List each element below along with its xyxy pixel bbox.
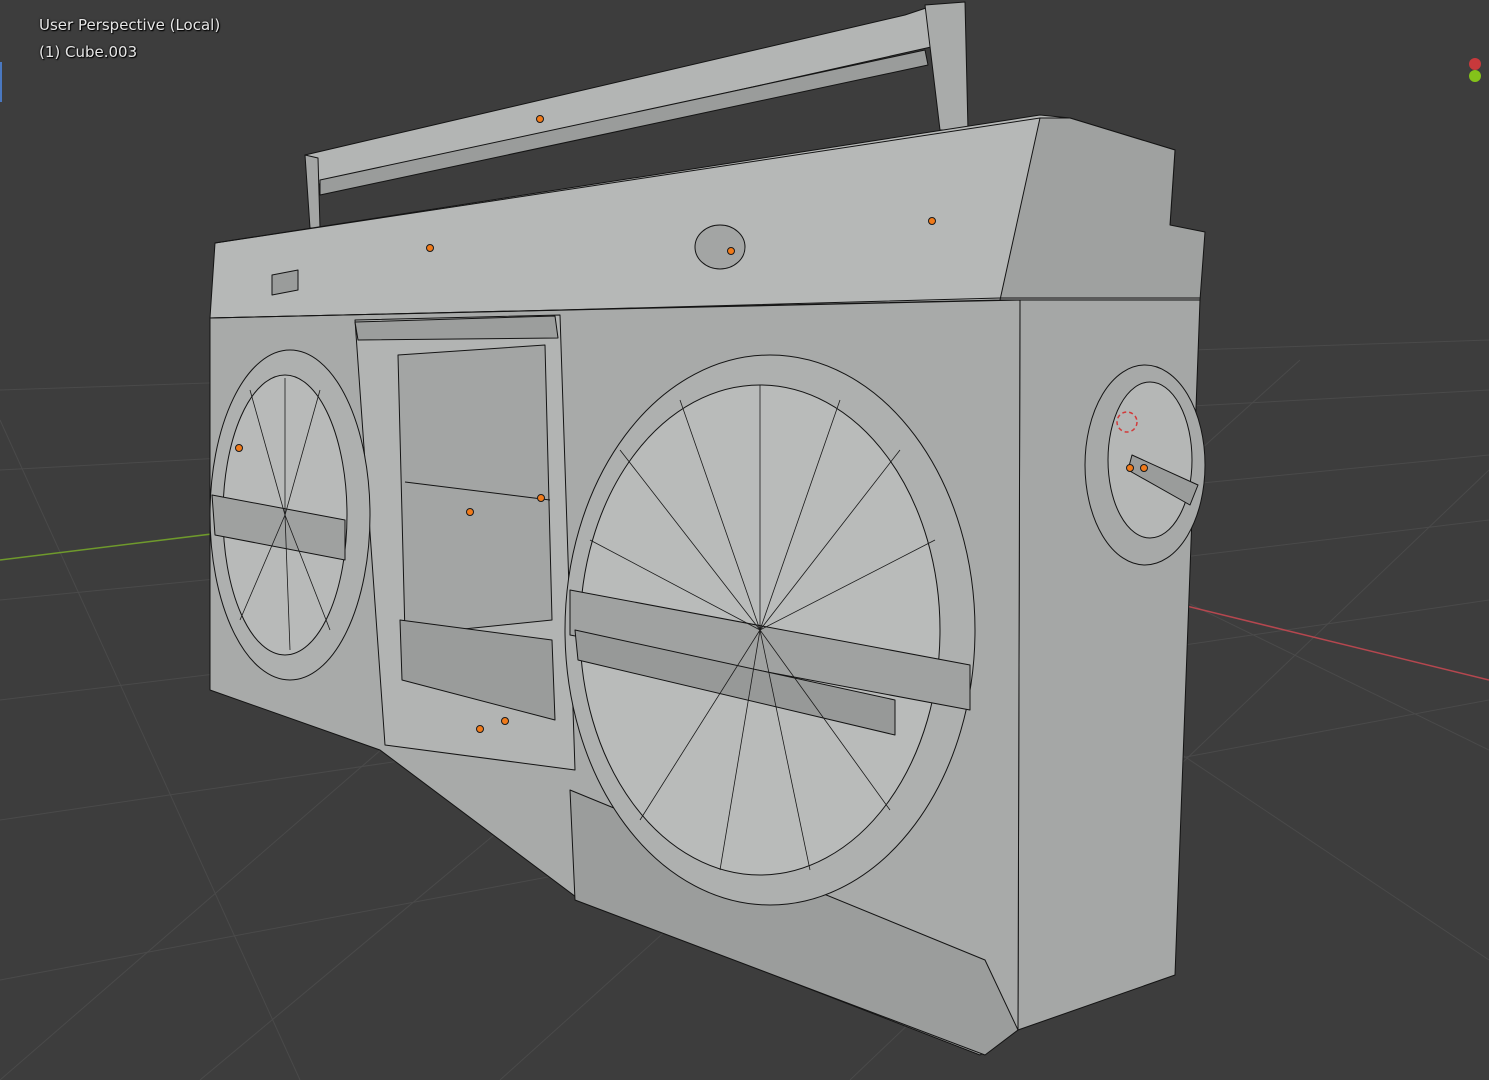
view-perspective-label: User Perspective (Local)	[39, 16, 221, 34]
origin-point	[1126, 464, 1134, 472]
origin-point	[466, 508, 474, 516]
side-knob-inner	[1107, 381, 1193, 539]
active-object-label: (1) Cube.003	[39, 43, 138, 61]
origin-point	[1140, 464, 1148, 472]
3d-viewport[interactable]: User Perspective (Local) (1) Cube.003	[0, 0, 1489, 1080]
top-switch	[271, 269, 299, 296]
top-knob	[694, 224, 746, 270]
toolbar-edge-indicator[interactable]	[0, 62, 2, 102]
gizmo-y-axis-icon[interactable]	[1469, 70, 1481, 82]
cassette-window	[397, 344, 553, 636]
scene-canvas[interactable]	[0, 0, 1489, 1080]
origin-point	[727, 247, 735, 255]
origin-point	[536, 115, 544, 123]
origin-point	[537, 494, 545, 502]
boombox-mesh[interactable]	[209, 1, 1206, 1056]
gizmo-x-axis-icon[interactable]	[1469, 58, 1481, 70]
origin-point	[426, 244, 434, 252]
handle-right-post	[924, 1, 969, 131]
origin-point	[501, 717, 509, 725]
origin-point	[476, 725, 484, 733]
origin-point	[235, 444, 243, 452]
origin-point	[928, 217, 936, 225]
handle-left-post	[304, 154, 321, 229]
